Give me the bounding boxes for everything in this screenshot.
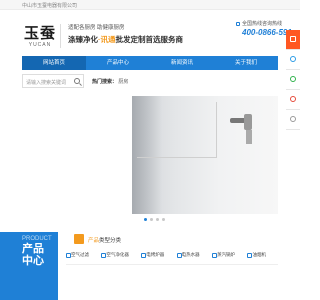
menu-icon: [290, 36, 296, 42]
category-item[interactable]: 电热水器: [176, 252, 200, 262]
slider-dot[interactable]: [150, 218, 153, 221]
nav-item-home[interactable]: 网站首页: [22, 56, 86, 70]
slider-dot[interactable]: [156, 218, 159, 221]
slider-dots: [144, 218, 165, 221]
hot-search-label: 热门搜索：: [92, 79, 118, 85]
nav-item-news[interactable]: 新闻资讯: [150, 56, 214, 70]
page: 中山市玉蚕电器有限公司 玉蚕 YUCAN 适配各厨房 助健康厨房 涤臻净化·讯通…: [0, 0, 300, 300]
side-menu-button[interactable]: [286, 30, 300, 50]
category-item[interactable]: 蒸汽锅炉: [212, 252, 235, 262]
slogan-line-1: 适配各厨房 助健康厨房: [68, 25, 125, 31]
hot-search: 热门搜索： 厨房: [92, 78, 128, 85]
product-section-title: 产品类型分类: [88, 236, 121, 244]
category-item[interactable]: 空气过滤: [66, 252, 89, 262]
slider-dot[interactable]: [162, 218, 165, 221]
slider-dot[interactable]: [144, 218, 147, 221]
logo-subtext: YUCAN: [28, 42, 52, 48]
slogan-line-2: 涤臻净化·讯通批发定制首选服务商: [68, 34, 183, 45]
main-nav: 网站首页 产品中心 新闻资讯 关于我们: [22, 56, 278, 70]
category-list: 空气过滤 空气净化器 电烤炉器 电热水器 蒸汽锅炉 油烟机: [66, 252, 266, 262]
nav-item-products[interactable]: 产品中心: [86, 56, 150, 70]
faucet-body: [244, 114, 252, 130]
chat-icon: [290, 56, 296, 62]
logo-text: 玉蚕: [23, 24, 56, 42]
hotline-label: 全国热线咨询热线: [242, 21, 283, 27]
search-input[interactable]: 请输入搜索关键词: [26, 79, 66, 86]
category-item[interactable]: 空气净化器: [101, 252, 129, 262]
category-item[interactable]: 油烟机: [247, 252, 266, 262]
side-weibo-button[interactable]: [286, 90, 300, 110]
top-bar: 中山市玉蚕电器有限公司: [0, 0, 300, 10]
section-title-rest: 类型分类: [99, 238, 122, 244]
product-list: [66, 264, 278, 300]
hero-banner[interactable]: [22, 96, 278, 214]
top-icon: [290, 116, 296, 122]
search-box[interactable]: 请输入搜索关键词: [22, 74, 84, 88]
product-cn-title: 产品中心: [22, 243, 44, 267]
site-logo[interactable]: 玉蚕 YUCAN: [22, 22, 58, 50]
side-toolbar: [286, 30, 300, 130]
weibo-icon: [290, 96, 296, 102]
phone-icon: [236, 22, 240, 26]
search-icon[interactable]: [74, 78, 80, 84]
section-title-accent: 产品: [88, 238, 100, 244]
product-en-title: PRODUCT: [22, 236, 52, 242]
side-top-button[interactable]: [286, 110, 300, 130]
banner-wall-tile: [137, 102, 217, 158]
product-center-panel: PRODUCT 产品中心: [0, 232, 58, 300]
faucet-unit: [246, 130, 252, 144]
hotline-number[interactable]: 400-0866-591: [242, 28, 292, 37]
side-chat-button[interactable]: [286, 50, 300, 70]
company-name: 中山市玉蚕电器有限公司: [22, 3, 78, 9]
slogan-part-b: 批发定制首选服务商: [115, 35, 184, 44]
nav-item-about[interactable]: 关于我们: [214, 56, 278, 70]
hot-search-keyword[interactable]: 厨房: [118, 79, 128, 85]
slogan-part-a: 涤臻净化: [68, 35, 98, 44]
slogan-highlight: ·讯通: [98, 35, 116, 44]
side-wechat-button[interactable]: [286, 70, 300, 90]
header-divider: [60, 24, 61, 48]
category-icon: [74, 234, 84, 244]
wechat-icon: [290, 76, 296, 82]
category-item[interactable]: 电烤炉器: [141, 252, 164, 262]
